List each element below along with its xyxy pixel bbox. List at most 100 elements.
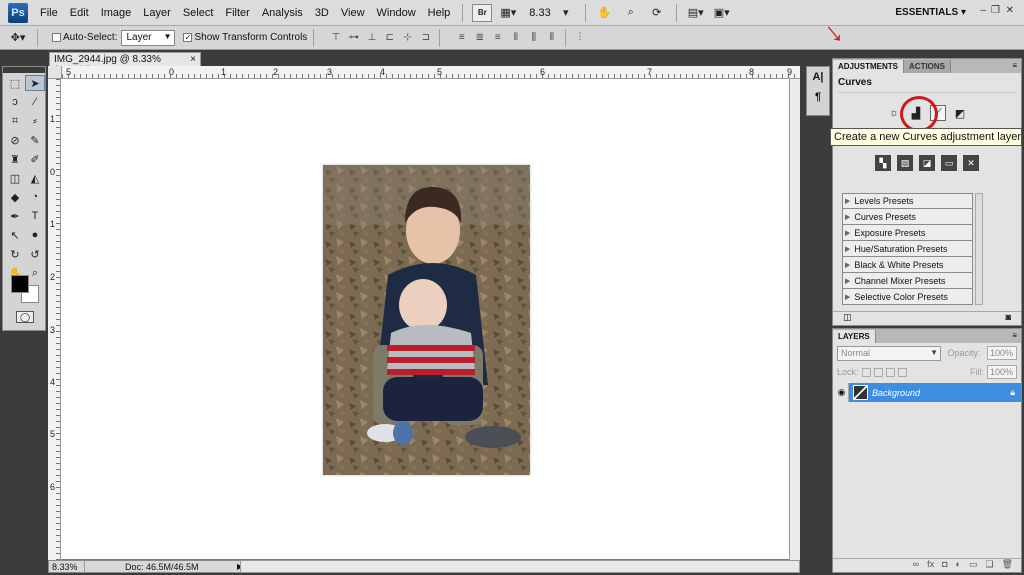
gradient-map-icon[interactable]: ▭ [941,155,957,171]
status-zoom[interactable]: 8.33% [49,561,85,572]
marquee-tool-icon[interactable]: ⬚ [5,75,25,91]
menu-edit[interactable]: Edit [64,0,95,26]
align-bottom-icon[interactable]: ⊥ [364,30,379,45]
show-transform-controls-checkbox[interactable]: ✓ Show Transform Controls [183,32,307,43]
preset-item[interactable]: ▶ Hue/Saturation Presets [842,241,973,257]
blur-tool-icon[interactable]: ◆ [5,189,25,205]
auto-select-dropdown[interactable]: Layer ▼ [121,29,176,46]
distribute-bottom-icon[interactable]: ≡ [490,30,505,45]
align-hcenter-icon[interactable]: ⊹ [400,30,415,45]
minimize-icon[interactable]: – [980,5,986,16]
healing-brush-tool-icon[interactable]: ⊘ [5,132,25,148]
hand-tool-icon[interactable]: ✋ [595,4,615,22]
rotate-view-icon[interactable]: ⟳ [647,4,667,22]
pen-tool-icon[interactable]: ✒ [5,208,25,224]
menu-help[interactable]: Help [422,0,457,26]
exposure-icon[interactable]: ◩ [952,105,968,121]
foreground-color-swatch[interactable] [11,275,29,293]
distribute-left-icon[interactable]: ⫴ [508,30,523,45]
lock-all-icon[interactable] [897,367,907,377]
document-image[interactable] [323,165,530,475]
document-tab[interactable]: IMG_2944.jpg @ 8.33% (RGB/8) × [49,52,201,76]
menu-layer[interactable]: Layer [137,0,177,26]
vertical-ruler[interactable]: 1 0 1 2 3 4 5 6 [48,79,61,560]
zoom-tool-icon[interactable]: ⌕ [621,4,641,22]
new-adjustment-layer-icon[interactable]: ◐ [956,559,961,572]
layer-row-background[interactable]: ◉ Background 🔒︎ [835,383,1021,402]
align-top-icon[interactable]: ⊤ [328,30,343,45]
auto-select-checkbox[interactable]: Auto-Select: [52,32,117,43]
align-right-icon[interactable]: ⊐ [418,30,433,45]
lock-image-icon[interactable] [873,367,883,377]
align-vcenter-icon[interactable]: ⊶ [346,30,361,45]
distribute-hcenter-icon[interactable]: ⫼ [526,30,541,45]
auto-align-layers-icon[interactable]: ⫶ [572,30,587,45]
dodge-tool-icon[interactable]: ◔ [25,189,45,205]
paragraph-panel-icon[interactable]: ¶ [807,87,829,107]
preset-item[interactable]: ▶ Exposure Presets [842,225,973,241]
invert-icon[interactable]: ▚ [875,155,891,171]
preset-item[interactable]: ▶ Curves Presets [842,209,973,225]
menu-view[interactable]: View [335,0,371,26]
character-panel-icon[interactable]: A| [807,67,829,87]
presets-scrollbar[interactable] [975,193,983,305]
distribute-right-icon[interactable]: ⫴ [544,30,559,45]
distribute-vcenter-icon[interactable]: ≣ [472,30,487,45]
delete-layer-icon[interactable]: 🗑︎ [1002,559,1013,572]
screen-mode-icon[interactable]: ▣▾ [712,4,732,22]
align-left-icon[interactable]: ⊏ [382,30,397,45]
menu-image[interactable]: Image [95,0,138,26]
new-group-icon[interactable]: ▭ [969,559,978,572]
path-selection-tool-icon[interactable]: ↖ [5,227,25,243]
clone-stamp-tool-icon[interactable]: ♜ [5,151,25,167]
threshold-icon[interactable]: ◪ [919,155,935,171]
view-extras-icon[interactable]: ▦▾ [498,4,518,22]
3d-rotate-tool-icon[interactable]: ↻ [5,246,25,262]
launch-bridge-button[interactable]: Br [472,3,493,22]
lock-position-icon[interactable] [885,367,895,377]
menu-select[interactable]: Select [177,0,220,26]
magic-wand-tool-icon[interactable]: ⁄ [25,94,45,110]
brush-tool-icon[interactable]: ✎ [25,132,45,148]
restore-icon[interactable]: ❐ [991,5,1000,16]
fill-input[interactable]: 100% [987,365,1017,379]
move-tool-preset-icon[interactable]: ✥▾ [8,29,28,47]
menu-file[interactable]: File [34,0,64,26]
close-icon[interactable]: ✕ [1006,5,1014,16]
menu-window[interactable]: Window [371,0,422,26]
lock-transparent-icon[interactable] [861,367,871,377]
horizontal-ruler[interactable]: 5 0 1 2 3 4 5 6 7 8 9 [62,66,800,79]
menu-analysis[interactable]: Analysis [256,0,309,26]
3d-orbit-tool-icon[interactable]: ↺ [25,246,45,262]
paint-bucket-tool-icon[interactable]: ◭ [25,170,45,186]
move-tool-icon[interactable]: ➤ [25,75,45,91]
close-icon[interactable]: × [190,54,196,65]
lasso-tool-icon[interactable]: ↄ [5,94,25,110]
posterize-icon[interactable]: ▨ [897,155,913,171]
panel-menu-icon[interactable]: ≡ [1012,331,1017,340]
blend-mode-dropdown[interactable]: Normal ▼ [837,345,941,361]
return-to-list-icon[interactable]: ◙ [1006,312,1011,325]
crop-tool-icon[interactable]: ⌗ [5,113,25,129]
tab-adjustments[interactable]: ADJUSTMENTS [833,60,905,73]
history-brush-tool-icon[interactable]: ✐ [25,151,45,167]
shape-tool-icon[interactable]: ● [25,227,45,243]
type-tool-icon[interactable]: T [25,208,45,224]
horizontal-scrollbar[interactable] [240,560,800,573]
distribute-top-icon[interactable]: ≡ [454,30,469,45]
preset-item[interactable]: ▶ Channel Mixer Presets [842,273,973,289]
ruler-origin[interactable] [48,66,62,79]
zoom-level[interactable]: 8.33 [529,7,550,19]
eyedropper-tool-icon[interactable]: ⸗ [25,113,45,129]
link-layers-icon[interactable]: ∞ [913,559,919,572]
eye-icon[interactable]: ◉ [835,383,849,402]
workspace-switcher[interactable]: ESSENTIALS ▾ [895,0,966,26]
tab-layers[interactable]: LAYERS [833,330,876,343]
opacity-input[interactable]: 100% [986,346,1017,360]
preset-item[interactable]: ▶ Levels Presets [842,193,973,209]
panel-menu-icon[interactable]: ≡ [1012,61,1017,70]
menu-filter[interactable]: Filter [219,0,255,26]
eraser-tool-icon[interactable]: ◫ [5,170,25,186]
layer-mask-icon[interactable]: ◘ [942,559,947,572]
layer-style-icon[interactable]: fx [927,559,934,572]
